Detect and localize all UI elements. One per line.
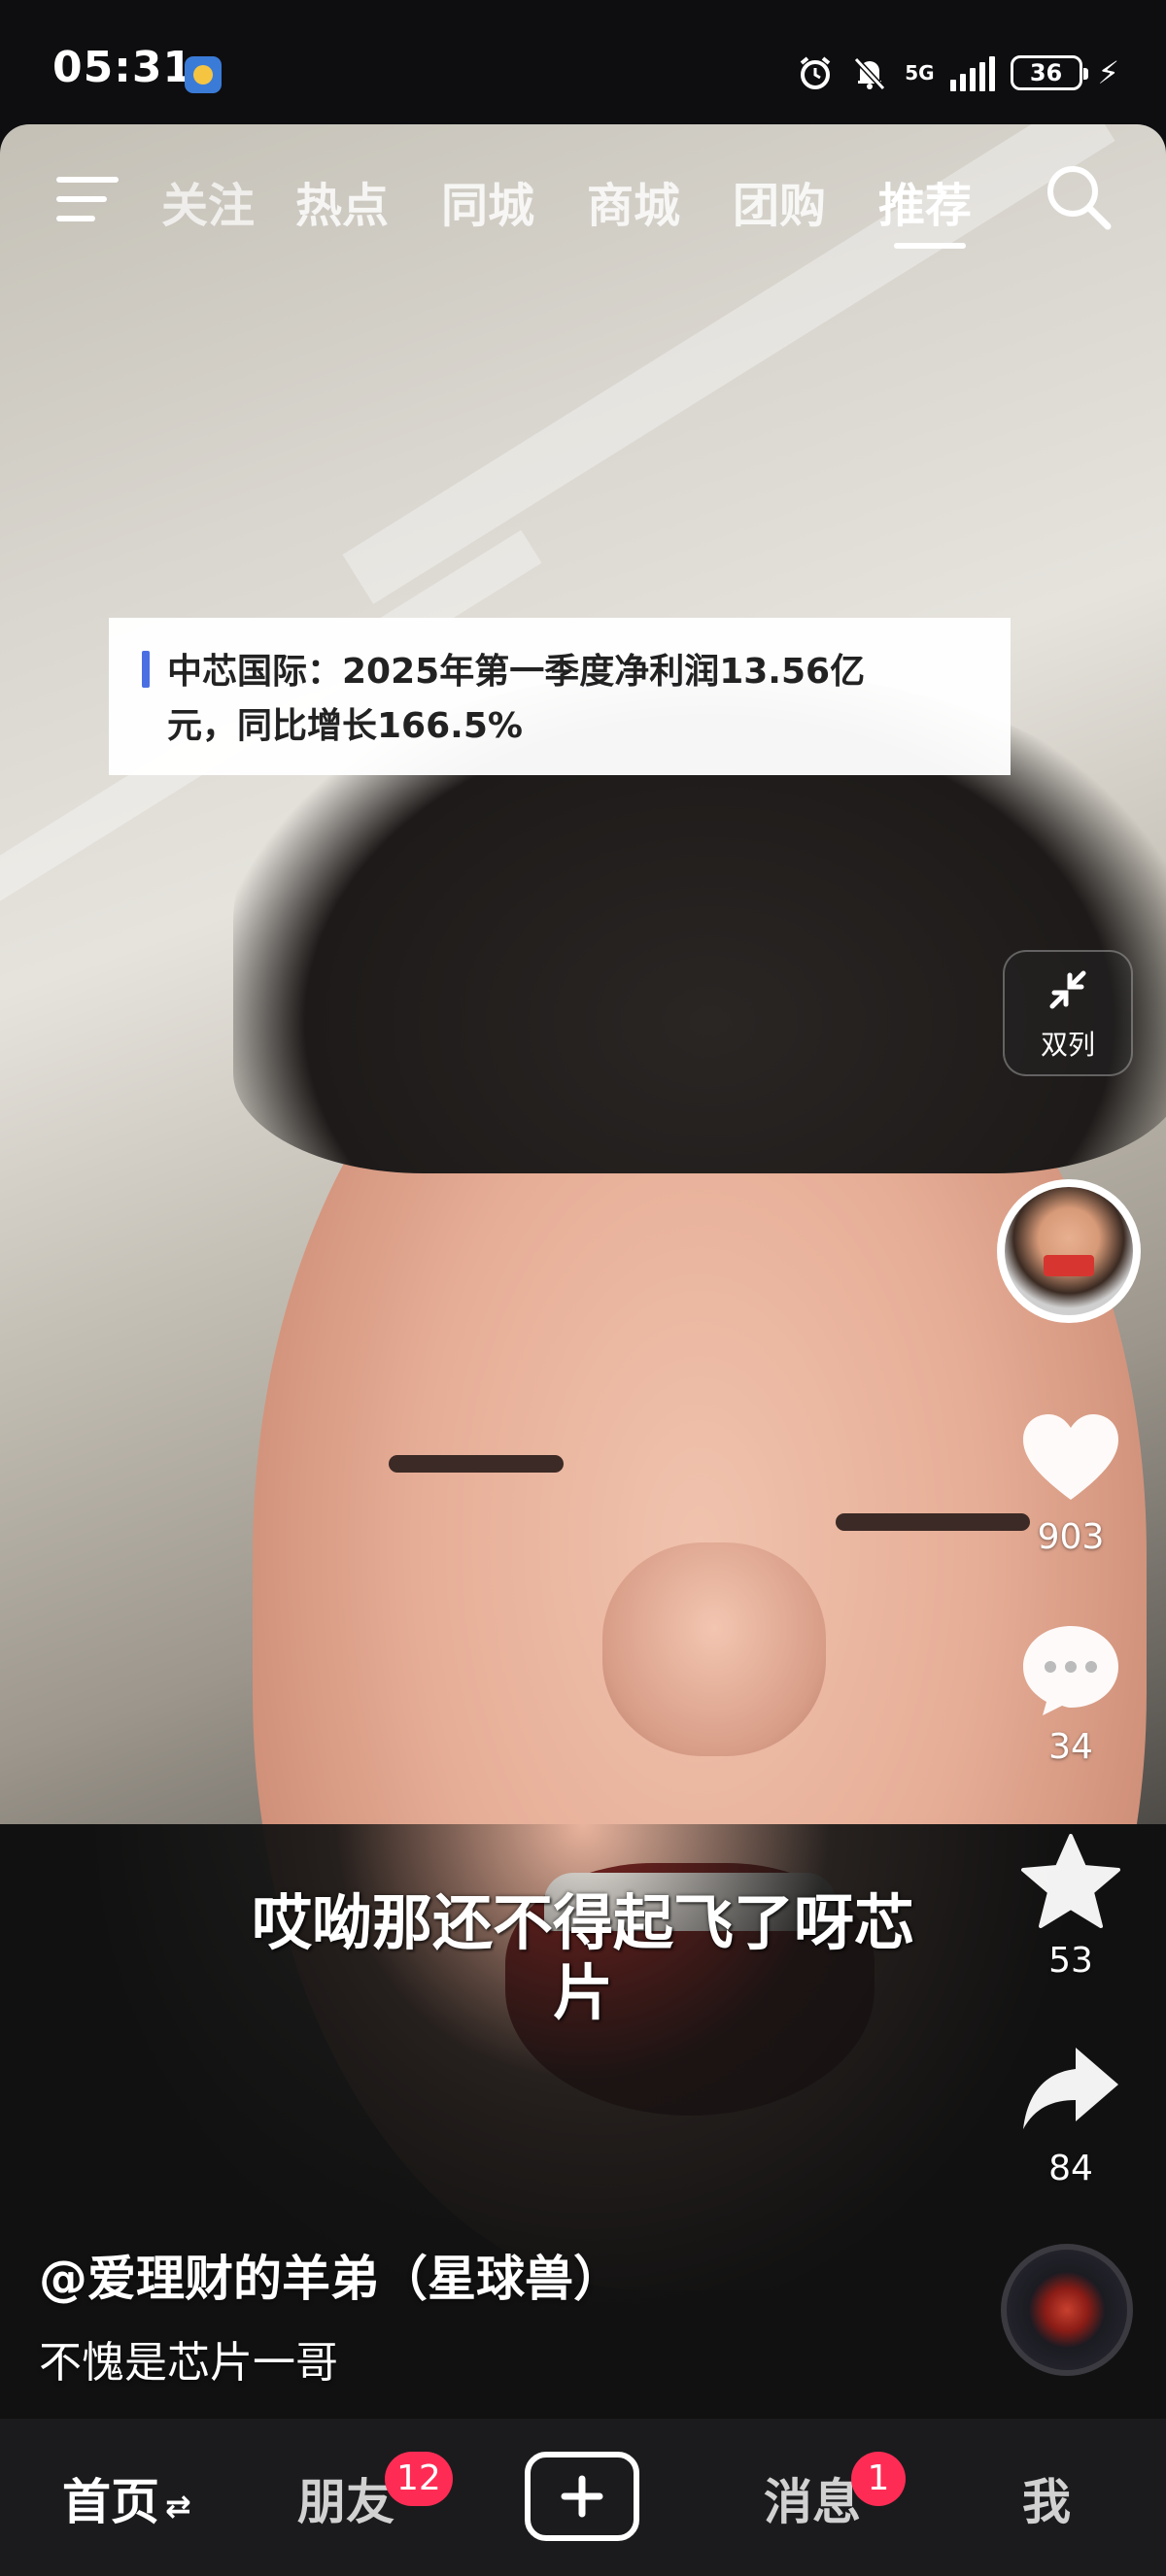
battery-level: 36 — [1029, 59, 1063, 86]
tab-local[interactable]: 同城 — [441, 167, 534, 235]
subtitle-line-2: 片 — [552, 1957, 613, 2028]
nav-friends[interactable]: 朋友 — [297, 2463, 394, 2533]
comment-button[interactable]: 34 — [1003, 1616, 1139, 1767]
screen: 05:31 5G 36 ⚡ 关注 热点 同城 商城 团购 推荐 中芯国际：202… — [0, 0, 1166, 2576]
share-arrow-icon — [1023, 2048, 1118, 2129]
subtitle-line-1: 哎呦那还不得起飞了呀芯 — [251, 1887, 914, 1958]
search-icon[interactable] — [1042, 160, 1115, 234]
friends-badge: 12 — [385, 2452, 453, 2506]
heart-icon — [1023, 1414, 1118, 1500]
nav-home[interactable]: 首页 ⇄ — [62, 2463, 191, 2533]
tab-mall[interactable]: 商城 — [587, 167, 680, 235]
share-button[interactable]: 84 — [1003, 2038, 1139, 2188]
dual-column-label: 双列 — [1040, 1029, 1095, 1061]
nav-home-label: 首页 — [62, 2474, 159, 2530]
plus-icon — [561, 2475, 603, 2518]
charging-icon: ⚡ — [1097, 54, 1119, 91]
signal-icon — [949, 54, 995, 91]
tab-hot[interactable]: 热点 — [295, 167, 389, 235]
status-icons: 5G 36 ⚡ — [796, 49, 1119, 97]
comment-icon — [1023, 1626, 1118, 1715]
like-count: 903 — [1037, 1517, 1105, 1557]
mute-bell-icon — [853, 56, 886, 91]
news-card[interactable]: 中芯国际：2025年第一季度净利润13.56亿 元，同比增长166.5% — [109, 618, 1011, 775]
post-caption[interactable]: 不愧是芯片一哥 — [39, 2327, 338, 2390]
collapse-arrows-icon — [1049, 970, 1086, 1009]
create-post-button[interactable] — [525, 2452, 639, 2541]
person-eye — [836, 1513, 1030, 1531]
star-icon — [1021, 1834, 1120, 1928]
like-button[interactable]: 903 — [1003, 1407, 1139, 1557]
tab-recommended[interactable]: 推荐 — [878, 167, 972, 235]
favorite-button[interactable]: 53 — [1003, 1830, 1139, 1981]
video-subtitle: 哎呦那还不得起飞了呀芯 片 — [194, 1888, 972, 2028]
share-count: 84 — [1048, 2149, 1093, 2188]
weather-icon — [185, 56, 222, 93]
person-eye — [389, 1455, 564, 1473]
favorite-count: 53 — [1048, 1941, 1093, 1981]
tab-group-buy[interactable]: 团购 — [733, 167, 826, 235]
battery-icon: 36 — [1010, 55, 1088, 90]
author-avatar[interactable] — [997, 1179, 1141, 1323]
video-player[interactable] — [0, 124, 1166, 2419]
tab-following[interactable]: 关注 — [161, 167, 255, 235]
network-label: 5G — [905, 61, 935, 85]
news-accent-bar — [142, 651, 150, 688]
alarm-icon — [800, 56, 831, 89]
status-time: 05:31 — [52, 43, 194, 92]
person-nose — [602, 1542, 826, 1756]
active-tab-indicator — [894, 243, 966, 249]
refresh-arrows-icon: ⇄ — [165, 2487, 191, 2525]
status-bar: 05:31 5G 36 ⚡ — [0, 0, 1166, 124]
dual-column-button[interactable]: 双列 — [1003, 950, 1133, 1076]
avatar-image — [1005, 1187, 1133, 1315]
nav-me[interactable]: 我 — [1022, 2463, 1071, 2533]
menu-icon[interactable] — [54, 173, 120, 225]
nav-messages[interactable]: 消息 — [764, 2463, 861, 2533]
messages-badge: 1 — [851, 2452, 906, 2506]
author-name[interactable]: @爱理财的羊弟（星球兽） — [39, 2240, 622, 2310]
news-line-1: 中芯国际：2025年第一季度净利润13.56亿 — [167, 652, 866, 692]
comment-count: 34 — [1048, 1727, 1093, 1767]
music-disc-icon[interactable] — [1001, 2244, 1133, 2376]
news-line-2: 元，同比增长166.5% — [167, 706, 523, 746]
